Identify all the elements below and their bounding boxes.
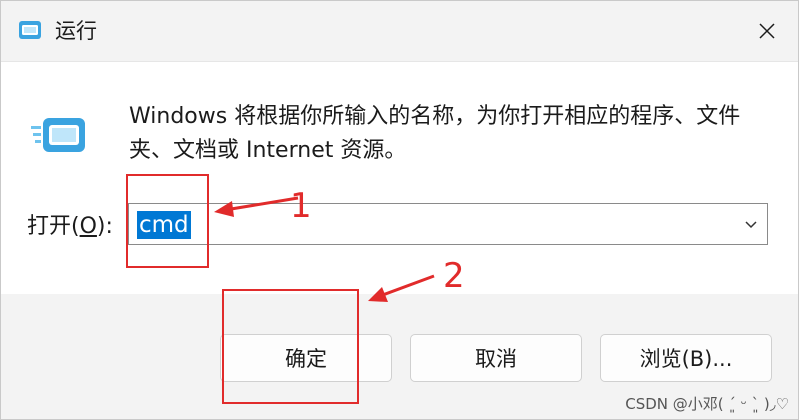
ok-button[interactable]: 确定 [220,334,392,382]
watermark: CSDN @小邓( ´͈ ᵕ `͈ )◞♡ [625,395,789,413]
chevron-down-icon[interactable] [741,214,761,234]
run-program-icon [31,118,85,152]
title-bar[interactable]: 运行 [1,1,798,61]
step2-label: 2 [443,256,465,296]
run-dialog: 运行 Windows 将根据你所输入的名称，为你打开相应的程序、文件夹、文档或 … [0,0,799,420]
run-dialog-icon [19,21,41,39]
window-title: 运行 [55,19,97,43]
open-label: 打开(O): [27,214,113,239]
step1-label: 1 [290,186,312,226]
dialog-description: Windows 将根据你所输入的名称，为你打开相应的程序、文件夹、文档或 Int… [129,104,741,163]
command-input-value: cmd [137,211,191,239]
browse-button[interactable]: 浏览(B)... [600,334,772,382]
dialog-content: Windows 将根据你所输入的名称，为你打开相应的程序、文件夹、文档或 Int… [1,61,798,294]
command-input[interactable]: cmd [128,203,768,245]
close-icon [759,23,775,39]
close-button[interactable] [736,1,798,61]
cancel-button[interactable]: 取消 [410,334,582,382]
